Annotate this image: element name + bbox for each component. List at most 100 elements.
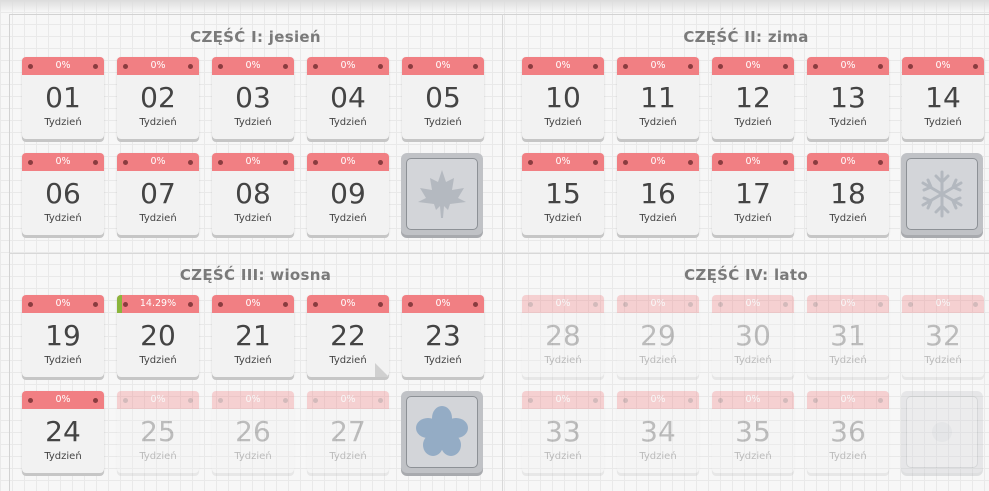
week-card[interactable]: 0% 32 Tydzień	[902, 295, 984, 377]
week-card[interactable]: 0% 10 Tydzień	[522, 57, 604, 139]
week-number: 25	[140, 415, 176, 448]
week-card[interactable]: 0% 11 Tydzień	[617, 57, 699, 139]
bonus-tile-winter[interactable]	[901, 153, 983, 235]
week-number: 15	[545, 177, 581, 210]
week-label: Tydzień	[44, 213, 82, 224]
progress-percent: 0%	[150, 60, 166, 71]
section-title: CZĘŚĆ I: jesień	[190, 28, 321, 46]
week-label: Tydzień	[139, 117, 177, 128]
ring-hole-icon	[813, 302, 818, 307]
ring-hole-icon	[878, 398, 883, 403]
ring-hole-icon	[283, 64, 288, 69]
ring-hole-icon	[218, 302, 223, 307]
week-number: 11	[640, 81, 676, 114]
progress-header: 0%	[212, 153, 294, 171]
week-card[interactable]: 0% 06 Tydzień	[22, 153, 104, 235]
week-card[interactable]: 0% 35 Tydzień	[712, 391, 794, 473]
week-card[interactable]: 0% 21 Tydzień	[212, 295, 294, 377]
week-card[interactable]: 0% 36 Tydzień	[807, 391, 889, 473]
ring-hole-icon	[973, 302, 978, 307]
ring-hole-icon	[623, 302, 628, 307]
progress-header: 0%	[522, 391, 604, 409]
week-card[interactable]: 0% 29 Tydzień	[617, 295, 699, 377]
week-label: Tydzień	[829, 451, 867, 462]
week-number: 16	[640, 177, 676, 210]
week-number: 12	[735, 81, 771, 114]
week-card[interactable]: 14.29% 20 Tydzień	[117, 295, 199, 377]
progress-percent: 0%	[150, 156, 166, 167]
week-card[interactable]: 0% 01 Tydzień	[22, 57, 104, 139]
week-number: 10	[545, 81, 581, 114]
week-number: 27	[330, 415, 366, 448]
ring-hole-icon	[528, 398, 533, 403]
progress-header: 0%	[807, 391, 889, 409]
week-card[interactable]: 0% 24 Tydzień	[22, 391, 104, 473]
week-card[interactable]: 0% 05 Tydzień	[402, 57, 484, 139]
progress-header: 0%	[712, 391, 794, 409]
ring-hole-icon	[408, 64, 413, 69]
week-card[interactable]: 0% 14 Tydzień	[902, 57, 984, 139]
week-card[interactable]: 0% 27 Tydzień	[307, 391, 389, 473]
ring-hole-icon	[623, 160, 628, 165]
week-card[interactable]: 0% 08 Tydzień	[212, 153, 294, 235]
bonus-tile-autumn[interactable]	[401, 153, 483, 235]
week-card[interactable]: 0% 12 Tydzień	[712, 57, 794, 139]
ring-hole-icon	[93, 160, 98, 165]
week-card[interactable]: 0% 28 Tydzień	[522, 295, 604, 377]
bonus-tile-summer[interactable]	[901, 391, 983, 473]
week-card[interactable]: 0% 16 Tydzień	[617, 153, 699, 235]
week-number: 31	[830, 319, 866, 352]
week-number: 22	[330, 319, 366, 352]
week-card[interactable]: 0% 34 Tydzień	[617, 391, 699, 473]
week-card[interactable]: 0% 02 Tydzień	[117, 57, 199, 139]
progress-header: 0%	[307, 295, 389, 313]
ring-hole-icon	[313, 64, 318, 69]
week-number: 06	[45, 177, 81, 210]
progress-header: 0%	[402, 57, 484, 75]
week-label: Tydzień	[329, 213, 367, 224]
week-label: Tydzień	[44, 117, 82, 128]
ring-hole-icon	[313, 398, 318, 403]
week-card[interactable]: 0% 09 Tydzień	[307, 153, 389, 235]
progress-header: 0%	[307, 57, 389, 75]
progress-percent: 0%	[650, 60, 666, 71]
progress-percent: 0%	[650, 298, 666, 309]
week-card[interactable]: 0% 26 Tydzień	[212, 391, 294, 473]
ring-hole-icon	[188, 398, 193, 403]
week-card[interactable]: 0% 33 Tydzień	[522, 391, 604, 473]
week-label: Tydzień	[544, 213, 582, 224]
week-card[interactable]: 0% 22 Tydzień	[307, 295, 389, 377]
ring-hole-icon	[93, 398, 98, 403]
week-label: Tydzień	[734, 117, 772, 128]
ring-hole-icon	[188, 64, 193, 69]
week-number: 24	[45, 415, 81, 448]
bonus-tile-spring[interactable]	[401, 391, 483, 473]
week-card[interactable]: 0% 31 Tydzień	[807, 295, 889, 377]
week-card[interactable]: 0% 19 Tydzień	[22, 295, 104, 377]
week-card[interactable]: 0% 17 Tydzień	[712, 153, 794, 235]
week-card[interactable]: 0% 18 Tydzień	[807, 153, 889, 235]
progress-percent: 0%	[340, 156, 356, 167]
week-card[interactable]: 0% 25 Tydzień	[117, 391, 199, 473]
progress-percent: 0%	[745, 298, 761, 309]
week-number: 32	[925, 319, 961, 352]
progress-header: 0%	[212, 57, 294, 75]
week-card[interactable]: 0% 03 Tydzień	[212, 57, 294, 139]
ring-hole-icon	[718, 398, 723, 403]
week-card[interactable]: 0% 13 Tydzień	[807, 57, 889, 139]
ring-hole-icon	[528, 64, 533, 69]
maple-leaf-icon	[418, 170, 466, 218]
ring-hole-icon	[408, 302, 413, 307]
week-card[interactable]: 0% 15 Tydzień	[522, 153, 604, 235]
progress-header: 0%	[307, 391, 389, 409]
week-card[interactable]: 0% 07 Tydzień	[117, 153, 199, 235]
ring-hole-icon	[813, 160, 818, 165]
week-label: Tydzień	[829, 117, 867, 128]
week-label: Tydzień	[734, 355, 772, 366]
week-card[interactable]: 0% 04 Tydzień	[307, 57, 389, 139]
ring-hole-icon	[313, 302, 318, 307]
week-card[interactable]: 0% 30 Tydzień	[712, 295, 794, 377]
week-card[interactable]: 0% 23 Tydzień	[402, 295, 484, 377]
ring-hole-icon	[878, 160, 883, 165]
ring-hole-icon	[718, 160, 723, 165]
